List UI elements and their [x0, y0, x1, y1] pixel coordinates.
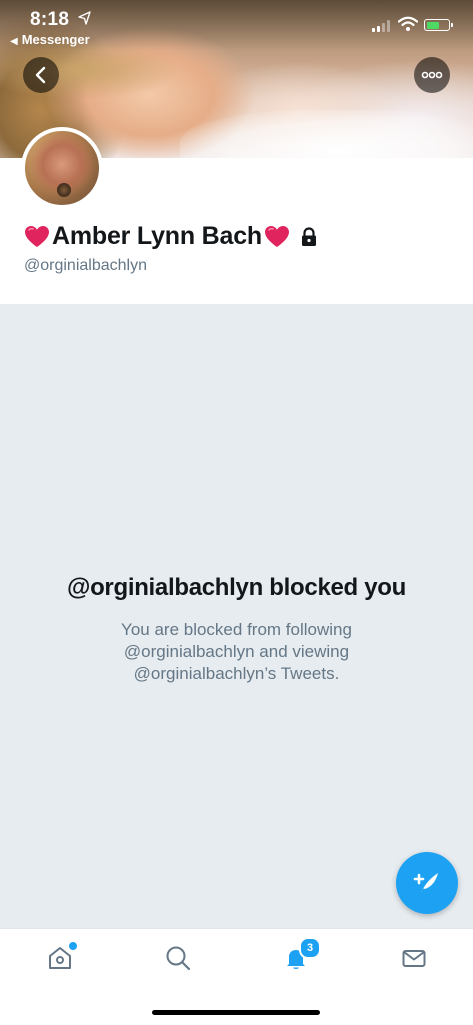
location-arrow-icon [78, 11, 91, 25]
avatar[interactable] [21, 127, 103, 209]
chevron-left-icon [35, 66, 46, 84]
avatar-detail [57, 183, 71, 197]
mail-icon [402, 950, 426, 967]
tab-search[interactable] [161, 941, 195, 975]
cellular-signal-icon [372, 20, 392, 32]
tab-home[interactable] [43, 941, 78, 975]
notifications-badge: 3 [299, 937, 321, 959]
more-icon [421, 71, 443, 79]
more-options-button[interactable] [414, 57, 450, 93]
back-button[interactable] [23, 57, 59, 93]
lock-icon [302, 226, 317, 246]
tab-messages[interactable] [397, 941, 431, 975]
wifi-icon [398, 16, 418, 31]
battery-icon [424, 19, 453, 31]
home-indicator[interactable] [152, 1010, 320, 1015]
back-triangle-icon: ◀ [10, 36, 18, 47]
heart-emoji-icon [265, 225, 290, 247]
new-tweets-dot [68, 941, 78, 951]
search-icon [166, 946, 191, 971]
heart-emoji-icon [25, 225, 49, 247]
profile-handle: @orginialbachlyn [24, 257, 147, 274]
status-time: 8:18 [30, 9, 70, 30]
tab-notifications[interactable]: 3 [279, 937, 321, 975]
compose-tweet-icon [413, 873, 438, 893]
profile-name: Amber Lynn Bach [52, 222, 263, 250]
compose-tweet-button[interactable] [396, 852, 458, 914]
banner-detail [180, 110, 473, 158]
profile-name-row: Amber Lynn Bach [24, 222, 318, 251]
status-bar: 8:18 ◀ Messenger [0, 0, 473, 48]
blocked-message: You are blocked from following @orginial… [121, 620, 352, 683]
back-app-label: Messenger [21, 32, 90, 47]
back-to-app-link[interactable]: ◀ Messenger [10, 32, 90, 47]
blocked-title: @orginialbachlyn blocked you [66, 574, 407, 601]
blocked-notice-area: @orginialbachlyn blocked you You are blo… [0, 304, 473, 928]
